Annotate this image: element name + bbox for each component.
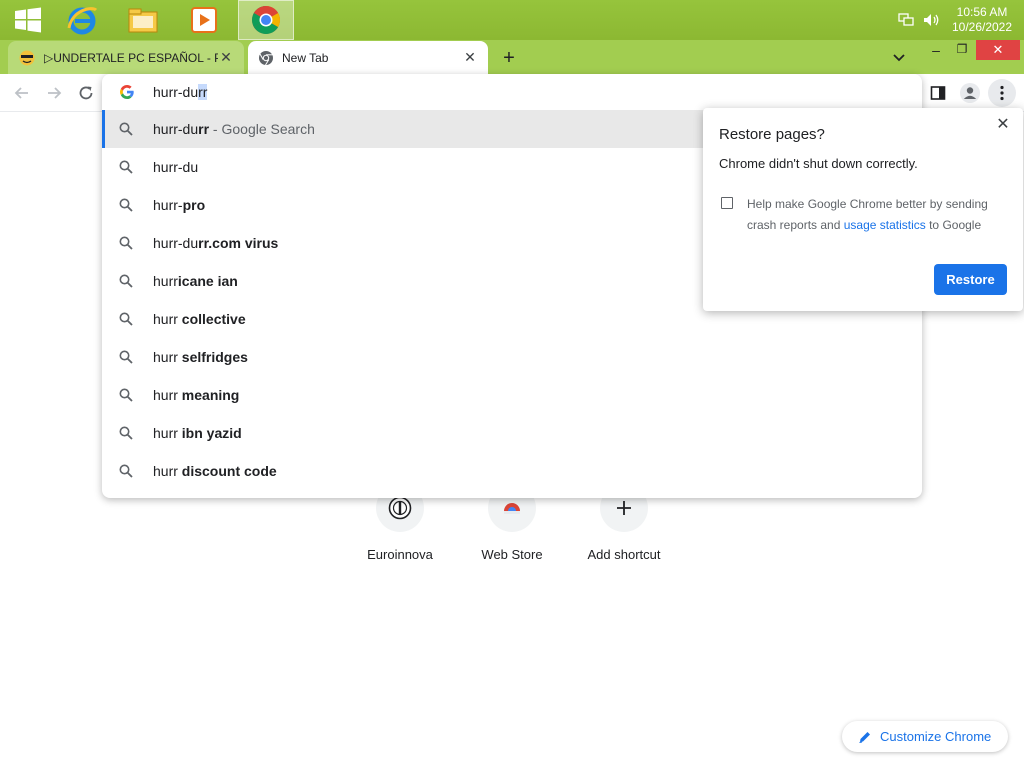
search-icon <box>119 426 133 440</box>
suggestion-item[interactable]: hurr meaning <box>102 376 922 414</box>
search-icon <box>119 350 133 364</box>
taskbar: 10:56 AM 10/26/2022 <box>0 0 1024 40</box>
autocomplete-selection: rr <box>198 84 208 100</box>
crash-report-label: Help make Google Chrome better by sendin… <box>747 197 988 232</box>
reload-icon <box>79 86 93 100</box>
new-tab-button[interactable]: + <box>497 46 521 70</box>
web-store-icon <box>504 503 520 514</box>
address-input[interactable]: hurr-durr <box>153 84 208 100</box>
forward-button[interactable] <box>42 81 66 105</box>
customize-chrome-button[interactable]: Customize Chrome <box>842 721 1008 752</box>
search-icon <box>119 388 133 402</box>
chrome-favicon-icon <box>259 50 273 65</box>
folder-icon <box>128 8 158 33</box>
maximize-button[interactable]: ❐ <box>951 42 973 60</box>
euroinnova-icon <box>388 496 412 520</box>
crash-report-checkbox[interactable] <box>721 197 733 209</box>
restore-button[interactable]: Restore <box>934 264 1007 295</box>
search-icon <box>119 274 133 288</box>
suggestion-text: hurr meaning <box>153 387 240 403</box>
volume-icon[interactable] <box>922 10 942 30</box>
taskbar-file-explorer[interactable] <box>115 0 171 40</box>
suggestion-text: hurr ibn yazid <box>153 425 242 441</box>
forward-arrow-icon <box>48 87 62 99</box>
side-panel-icon <box>930 86 946 100</box>
profile-icon <box>960 83 980 103</box>
shortcut-label: Euroinnova <box>367 547 433 562</box>
suggestion-text: hurr selfridges <box>153 349 248 365</box>
restore-pages-dialog: Restore pages? ✕ Chrome didn't shut down… <box>703 108 1023 311</box>
ie-icon <box>67 7 98 35</box>
network-icon[interactable] <box>896 10 916 30</box>
start-button[interactable] <box>0 0 56 40</box>
back-arrow-icon <box>14 87 28 99</box>
typed-text: hurr-du <box>153 84 199 100</box>
suggestion-item[interactable]: hurr selfridges <box>102 338 922 376</box>
back-button[interactable] <box>10 81 34 105</box>
suggestion-text: hurr-durr.com virus <box>153 235 279 251</box>
shortcut-label: Web Store <box>481 547 543 562</box>
search-icon <box>119 122 133 136</box>
minimize-button[interactable]: – <box>925 42 947 60</box>
search-icon <box>119 236 133 250</box>
close-icon[interactable]: ✕ <box>462 49 478 66</box>
chrome-icon <box>252 6 280 34</box>
suggestion-text: hurr discount code <box>153 463 277 479</box>
clock-date: 10/26/2022 <box>951 20 1013 34</box>
pencil-icon <box>859 731 870 743</box>
tab-search-button[interactable] <box>888 47 910 69</box>
search-icon <box>119 312 133 326</box>
tab-undertale[interactable]: ▷UNDERTALE PC ESPAÑOL - Piv ✕ <box>8 41 244 74</box>
tab-new-tab[interactable]: New Tab ✕ <box>248 41 488 74</box>
suggestion-text: hurricane ian <box>153 273 238 289</box>
profile-button[interactable] <box>956 79 984 107</box>
usage-statistics-link[interactable]: usage statistics <box>844 218 926 232</box>
taskbar-media-player[interactable] <box>176 0 232 40</box>
search-icon <box>119 198 133 212</box>
suggestion-text: hurr-du <box>153 159 199 175</box>
taskbar-internet-explorer[interactable] <box>54 0 110 40</box>
close-icon[interactable]: ✕ <box>993 114 1013 134</box>
three-dots-icon <box>1000 85 1004 101</box>
suggestion-text: hurr collective <box>153 311 246 327</box>
chevron-down-icon <box>893 54 905 62</box>
tab-title: New Tab <box>282 50 329 65</box>
reload-button[interactable] <box>74 81 98 105</box>
search-icon <box>119 160 133 174</box>
taskbar-chrome[interactable] <box>238 0 294 40</box>
clock-time: 10:56 AM <box>956 5 1008 19</box>
address-bar[interactable]: hurr-durr <box>102 74 922 110</box>
plus-icon <box>617 501 631 515</box>
customize-label: Customize Chrome <box>880 729 992 744</box>
close-icon[interactable]: ✕ <box>218 49 234 66</box>
window-close-button[interactable]: ✕ <box>976 40 1020 60</box>
search-icon <box>119 464 133 478</box>
google-g-icon <box>120 85 134 99</box>
menu-button[interactable] <box>988 79 1016 107</box>
suggestion-item[interactable]: hurr ibn yazid <box>102 414 922 452</box>
media-player-icon <box>191 7 217 33</box>
windows-logo-icon <box>15 7 41 33</box>
suggestion-text: hurr-pro <box>153 197 206 213</box>
suggestion-item[interactable]: hurr discount code <box>102 452 922 490</box>
dialog-message: Chrome didn't shut down correctly. <box>719 156 918 171</box>
suggestion-text: hurr-durr - Google Search <box>153 121 315 137</box>
favicon-undertale-icon <box>19 50 35 65</box>
tab-strip: ▷UNDERTALE PC ESPAÑOL - Piv ✕ New Tab ✕ … <box>0 40 1024 74</box>
clock[interactable]: 10:56 AM 10/26/2022 <box>948 5 1024 35</box>
dialog-title: Restore pages? <box>719 126 825 143</box>
side-panel-button[interactable] <box>924 79 952 107</box>
shortcut-label: Add shortcut <box>587 547 661 562</box>
tab-title: ▷UNDERTALE PC ESPAÑOL - Piv <box>44 50 218 65</box>
system-tray: 10:56 AM 10/26/2022 <box>896 0 1024 40</box>
